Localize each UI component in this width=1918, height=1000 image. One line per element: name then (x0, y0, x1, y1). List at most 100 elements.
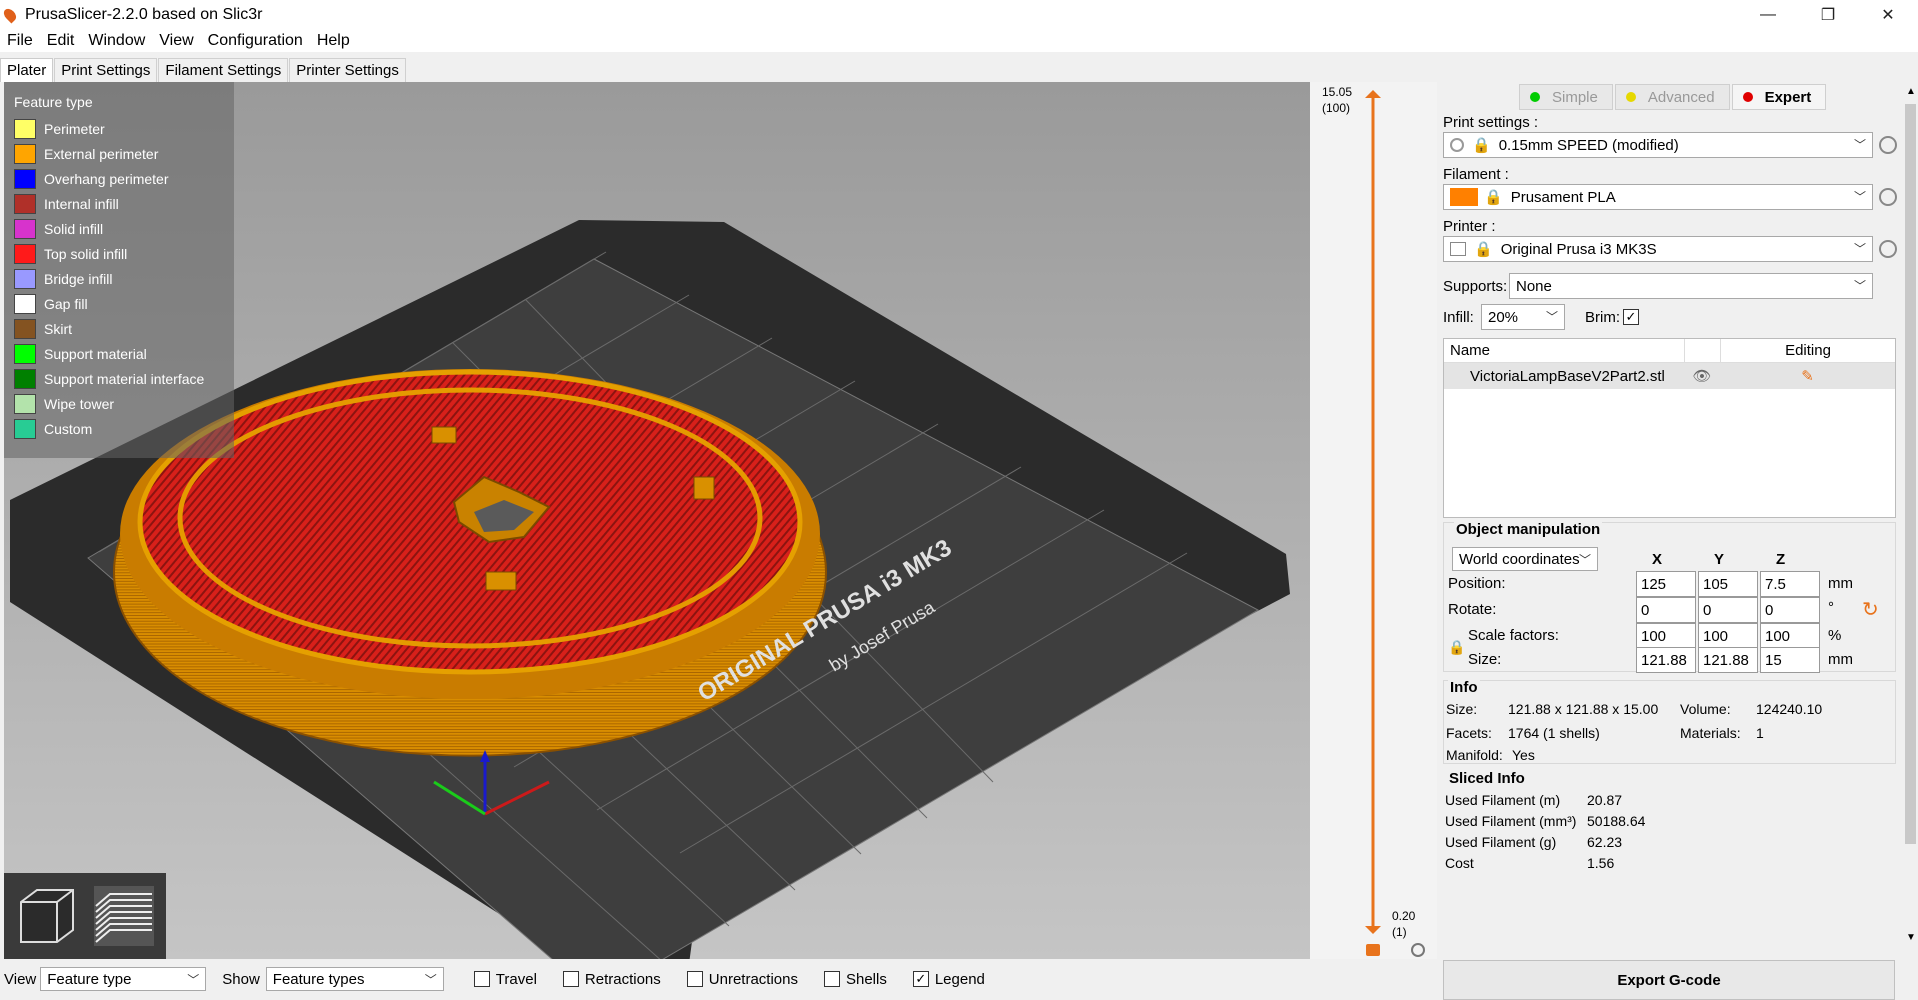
scale-y-input[interactable]: 100 (1698, 623, 1758, 649)
sidebar-scrollbar[interactable]: ▲ ▼ (1903, 82, 1918, 952)
tab-filament-settings[interactable]: Filament Settings (158, 58, 289, 82)
printer-combo[interactable]: 🔒 Original Prusa i3 MK3S ﹀ (1443, 236, 1873, 262)
legend-title: Feature type (14, 94, 93, 110)
layer-bottom-height: 0.20 (1392, 909, 1416, 923)
sliced-info-label: Used Filament (g) (1445, 834, 1557, 850)
rotate-z-input[interactable]: 0 (1760, 597, 1820, 623)
maximize-button[interactable]: ❐ (1798, 0, 1858, 30)
menu-help[interactable]: Help (310, 32, 357, 50)
sliced-info-value: 1.56 (1587, 855, 1615, 871)
tab-printer-settings[interactable]: Printer Settings (289, 58, 406, 82)
info-manifold-value: Yes (1512, 747, 1535, 763)
checkbox-label: Shells (845, 970, 887, 988)
printer-gear-icon[interactable] (1879, 240, 1897, 258)
cog-icon (1411, 943, 1425, 957)
legend-label: External perimeter (44, 145, 159, 162)
layers-icon (93, 886, 154, 946)
sliced-info-value: 20.87 (1587, 792, 1623, 808)
y-column-label: Y (1714, 551, 1725, 568)
editing-column-header[interactable]: Editing (1720, 338, 1895, 363)
info-materials-value: 1 (1756, 725, 1764, 741)
eye-icon[interactable]: 👁 (1684, 367, 1720, 385)
size-y-input[interactable]: 121.88 (1698, 647, 1758, 673)
option-unretractions-checkbox[interactable]: Unretractions (686, 971, 798, 988)
position-label: Position: (1448, 575, 1506, 592)
print-settings-combo[interactable]: 🔒 0.15mm SPEED (modified) ﹀ (1443, 132, 1873, 158)
menu-edit[interactable]: Edit (40, 32, 82, 50)
layer-slider[interactable] (1310, 82, 1437, 959)
green-dot-icon (1530, 92, 1540, 102)
legend-item: Internal infill (14, 191, 224, 216)
legend-swatch (14, 118, 36, 139)
option-shells-checkbox[interactable]: Shells (823, 970, 887, 988)
option-travel-checkbox[interactable]: Travel (473, 971, 537, 988)
info-facets-value: 1764 (1 shells) (1508, 725, 1600, 741)
menu-file[interactable]: File (0, 32, 40, 50)
legend-item: Solid infill (14, 216, 224, 241)
rotate-y-input[interactable]: 0 (1698, 597, 1758, 623)
checkbox-box[interactable] (562, 971, 579, 987)
show-types-combo[interactable]: Feature types ﹀ (265, 967, 444, 991)
scroll-down-icon[interactable]: ▼ (1906, 932, 1916, 943)
3d-view-button[interactable] (11, 880, 83, 952)
preview-layers-button[interactable] (88, 880, 160, 952)
filament-combo[interactable]: 🔒 Prusament PLA ﹀ (1443, 184, 1873, 210)
name-column-header[interactable]: Name (1444, 342, 1684, 359)
menu-configuration[interactable]: Configuration (201, 32, 310, 50)
legend-item: Support material interface (14, 366, 224, 391)
option-legend-checkbox[interactable]: ✓ Legend (912, 970, 985, 988)
coordinates-combo[interactable]: World coordinates ﹀ (1452, 547, 1598, 571)
legend-swatch (14, 193, 36, 214)
mode-advanced-button[interactable]: Advanced (1614, 84, 1730, 110)
checkbox-box[interactable]: ✓ (912, 971, 929, 987)
scale-z-input[interactable]: 100 (1760, 623, 1820, 649)
edit-settings-icon[interactable]: ✎ (1720, 367, 1895, 385)
z-column-label: Z (1776, 551, 1786, 568)
info-panel: Info Size: 121.88 x 121.88 x 15.00 Volum… (1443, 679, 1896, 764)
tab-print-settings[interactable]: Print Settings (54, 58, 158, 82)
legend-label: Internal infill (44, 195, 119, 212)
brim-label: Brim: (1585, 309, 1620, 326)
checkbox-label: Legend (934, 970, 985, 988)
window-title: PrusaSlicer-2.2.0 based on Slic3r (25, 6, 263, 23)
scroll-up-icon[interactable]: ▲ (1906, 86, 1916, 97)
brim-checkbox[interactable]: ✓ (1623, 309, 1639, 325)
filament-gear-icon[interactable] (1879, 188, 1897, 206)
view-type-combo[interactable]: Feature type ﹀ (40, 967, 207, 991)
object-row[interactable]: VictoriaLampBaseV2Part2.stl 👁 ✎ (1444, 363, 1895, 389)
supports-combo[interactable]: None ﹀ (1509, 273, 1873, 299)
scale-x-input[interactable]: 100 (1636, 623, 1696, 649)
checkbox-label: Retractions (584, 970, 661, 988)
position-x-input[interactable]: 125 (1636, 571, 1696, 597)
reset-rotation-icon[interactable]: ↻ (1862, 597, 1879, 622)
position-z-input[interactable]: 7.5 (1760, 571, 1820, 597)
lock-icon (1366, 944, 1380, 956)
chevron-down-icon: ﹀ (1853, 279, 1866, 293)
menu-window[interactable]: Window (81, 32, 152, 50)
checkbox-box[interactable] (473, 971, 490, 987)
tab-plater[interactable]: Plater (0, 58, 54, 82)
3d-preview-canvas[interactable]: ORIGINAL PRUSA i3 MK3 by Josef Prusa Fea… (4, 82, 1310, 959)
mode-expert-button[interactable]: Expert (1731, 84, 1827, 110)
infill-combo[interactable]: 20% ﹀ (1481, 304, 1565, 330)
rotate-x-input[interactable]: 0 (1636, 597, 1696, 623)
position-unit: mm (1828, 575, 1853, 592)
export-gcode-button[interactable]: Export G-code (1443, 960, 1895, 1000)
info-size-label: Size: (1446, 701, 1478, 717)
show-label: Show (222, 970, 260, 988)
lock-scale-icon[interactable]: 🔒 (1448, 639, 1465, 656)
option-retractions-checkbox[interactable]: Retractions (562, 970, 661, 988)
mode-simple-button[interactable]: Simple (1519, 84, 1613, 110)
red-dot-icon (1742, 92, 1753, 102)
size-z-input[interactable]: 15 (1760, 647, 1820, 673)
checkbox-box[interactable] (686, 971, 703, 987)
checkbox-box[interactable] (823, 971, 840, 987)
menu-view[interactable]: View (152, 32, 200, 50)
chevron-down-icon: ﹀ (1853, 190, 1866, 204)
size-x-input[interactable]: 121.88 (1636, 647, 1696, 673)
scrollbar-thumb[interactable] (1905, 104, 1916, 844)
position-y-input[interactable]: 105 (1698, 571, 1758, 597)
print-settings-gear-icon[interactable] (1879, 136, 1897, 154)
minimize-button[interactable]: — (1738, 0, 1798, 30)
close-button[interactable]: ✕ (1858, 0, 1918, 30)
